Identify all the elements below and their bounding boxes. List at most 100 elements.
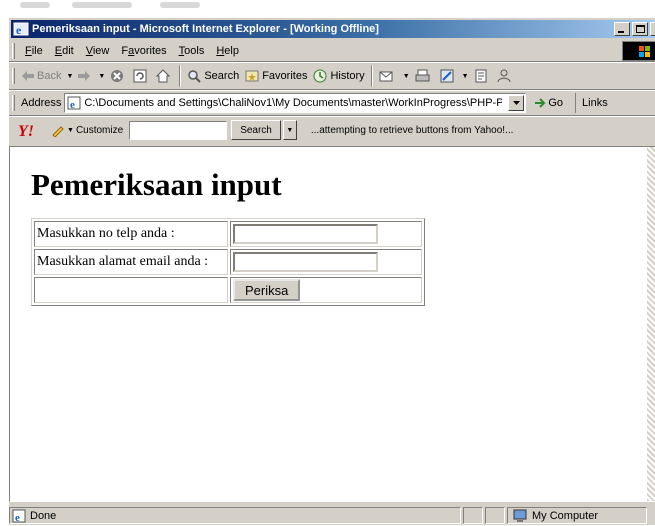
standard-toolbar: Back ▼ ▼ Search Favorites History ▼ ▼ xyxy=(9,63,655,89)
history-label: History xyxy=(330,70,365,82)
favorites-label: Favorites xyxy=(262,70,308,82)
menu-tools[interactable]: Tools xyxy=(173,45,211,57)
pencil-icon xyxy=(52,126,64,137)
maximize-button[interactable] xyxy=(632,22,648,36)
menu-edit[interactable]: Edit xyxy=(49,45,80,57)
svg-text:e: e xyxy=(70,99,75,110)
status-text: Done xyxy=(30,509,57,522)
edit-page-icon xyxy=(440,69,454,83)
status-main-pane: e Done xyxy=(9,507,461,524)
ie-page-icon: e xyxy=(67,96,81,110)
ghost-text xyxy=(20,2,50,8)
stop-button[interactable] xyxy=(107,69,130,83)
back-label: Back xyxy=(37,70,62,82)
toolbar-grip[interactable] xyxy=(12,95,15,111)
windows-logo-icon xyxy=(639,46,650,57)
history-icon xyxy=(313,69,327,83)
edit-button[interactable] xyxy=(437,69,460,83)
phone-label: Masukkan no telp anda : xyxy=(34,221,228,247)
back-dropdown-arrow[interactable]: ▼ xyxy=(66,73,73,80)
vertical-scrollbar[interactable] xyxy=(647,147,655,501)
toolbar-grip[interactable] xyxy=(12,42,15,59)
my-computer-icon xyxy=(513,509,527,522)
email-input[interactable] xyxy=(233,252,378,272)
address-dropdown-button[interactable] xyxy=(508,95,525,111)
table-row: Masukkan alamat email anda : xyxy=(34,249,422,275)
ghost-text xyxy=(72,2,132,8)
window-title: Pemeriksaan input - Microsoft Internet E… xyxy=(32,23,379,35)
yahoo-search-dropdown[interactable]: ▼ xyxy=(282,120,297,140)
desktop-strip xyxy=(0,0,655,17)
forward-dropdown-arrow[interactable]: ▼ xyxy=(98,73,105,80)
print-icon xyxy=(415,69,430,82)
ie-page-icon: e xyxy=(12,509,26,523)
zone-text: My Computer xyxy=(532,509,599,522)
toolbar-separator xyxy=(179,66,182,86)
customize-button[interactable]: ▼ Customize xyxy=(51,123,123,137)
stop-icon xyxy=(111,70,124,82)
discuss-button[interactable] xyxy=(471,69,494,83)
page-content: Pemeriksaan input Masukkan no telp anda … xyxy=(9,146,655,502)
favorites-icon xyxy=(245,70,259,82)
address-input[interactable]: e C:\Documents and Settings\ChaliNov1\My… xyxy=(64,93,527,113)
mail-dropdown-arrow[interactable]: ▼ xyxy=(403,73,410,80)
history-button[interactable]: History xyxy=(310,69,367,83)
menu-favorites[interactable]: Favorites xyxy=(115,45,172,57)
back-button[interactable]: Back xyxy=(19,70,64,82)
table-row: Masukkan no telp anda : xyxy=(34,221,422,247)
email-label: Masukkan alamat email anda : xyxy=(34,249,228,275)
empty-cell xyxy=(34,277,228,303)
home-button[interactable] xyxy=(153,69,176,83)
ie-logo-icon: e xyxy=(13,22,29,36)
security-zone-pane: My Computer xyxy=(507,507,647,524)
table-row: Periksa xyxy=(34,277,422,303)
window-controls xyxy=(612,22,655,36)
mail-icon xyxy=(379,71,393,82)
toolbar-grip[interactable] xyxy=(12,68,15,84)
periksa-button[interactable]: Periksa xyxy=(233,279,301,301)
links-button[interactable]: Links xyxy=(575,93,608,113)
toolbar-separator xyxy=(370,66,373,86)
print-button[interactable] xyxy=(412,69,437,83)
customize-label: Customize xyxy=(75,124,124,136)
forward-button[interactable] xyxy=(75,71,96,81)
messenger-button[interactable] xyxy=(494,69,517,83)
back-arrow-icon xyxy=(22,71,34,81)
chevron-down-icon xyxy=(512,101,520,105)
address-bar: Address e C:\Documents and Settings\Chal… xyxy=(9,91,655,115)
phone-input[interactable] xyxy=(233,224,378,244)
page-heading: Pemeriksaan input xyxy=(31,167,282,202)
status-pane xyxy=(463,507,483,524)
maximize-icon xyxy=(636,25,645,33)
windows-throbber xyxy=(622,41,655,61)
menu-view[interactable]: View xyxy=(80,45,116,57)
ghost-text xyxy=(160,2,200,8)
title-bar[interactable]: e Pemeriksaan input - Microsoft Internet… xyxy=(11,20,655,38)
minimize-button[interactable] xyxy=(614,22,630,36)
forward-arrow-icon xyxy=(78,71,91,81)
yahoo-logo-icon[interactable]: Y! xyxy=(17,120,49,140)
home-icon xyxy=(156,69,171,83)
search-icon xyxy=(188,70,202,83)
messenger-icon xyxy=(497,69,511,83)
svg-text:e: e xyxy=(16,23,22,36)
go-button[interactable]: Go xyxy=(534,97,563,109)
status-pane xyxy=(485,507,505,524)
yahoo-search-button[interactable]: Search xyxy=(231,120,281,140)
mail-button[interactable] xyxy=(376,69,401,83)
edit-dropdown-arrow[interactable]: ▼ xyxy=(462,73,469,80)
browser-window: e Pemeriksaan input - Microsoft Internet… xyxy=(8,17,655,525)
submit-cell: Periksa xyxy=(230,277,422,303)
discuss-icon xyxy=(475,69,487,83)
search-button[interactable]: Search xyxy=(184,69,242,83)
refresh-button[interactable] xyxy=(130,69,153,83)
close-button[interactable] xyxy=(650,22,655,36)
favorites-button[interactable]: Favorites xyxy=(242,69,310,83)
menu-file[interactable]: File xyxy=(19,45,49,57)
phone-cell xyxy=(230,221,422,247)
svg-text:Y!: Y! xyxy=(18,123,34,140)
yahoo-toolbar: Y! ▼ Customize Search ▼ ...attempting to… xyxy=(9,117,655,143)
refresh-icon xyxy=(133,69,147,83)
yahoo-search-input[interactable] xyxy=(129,120,228,140)
menu-help[interactable]: Help xyxy=(210,45,245,57)
